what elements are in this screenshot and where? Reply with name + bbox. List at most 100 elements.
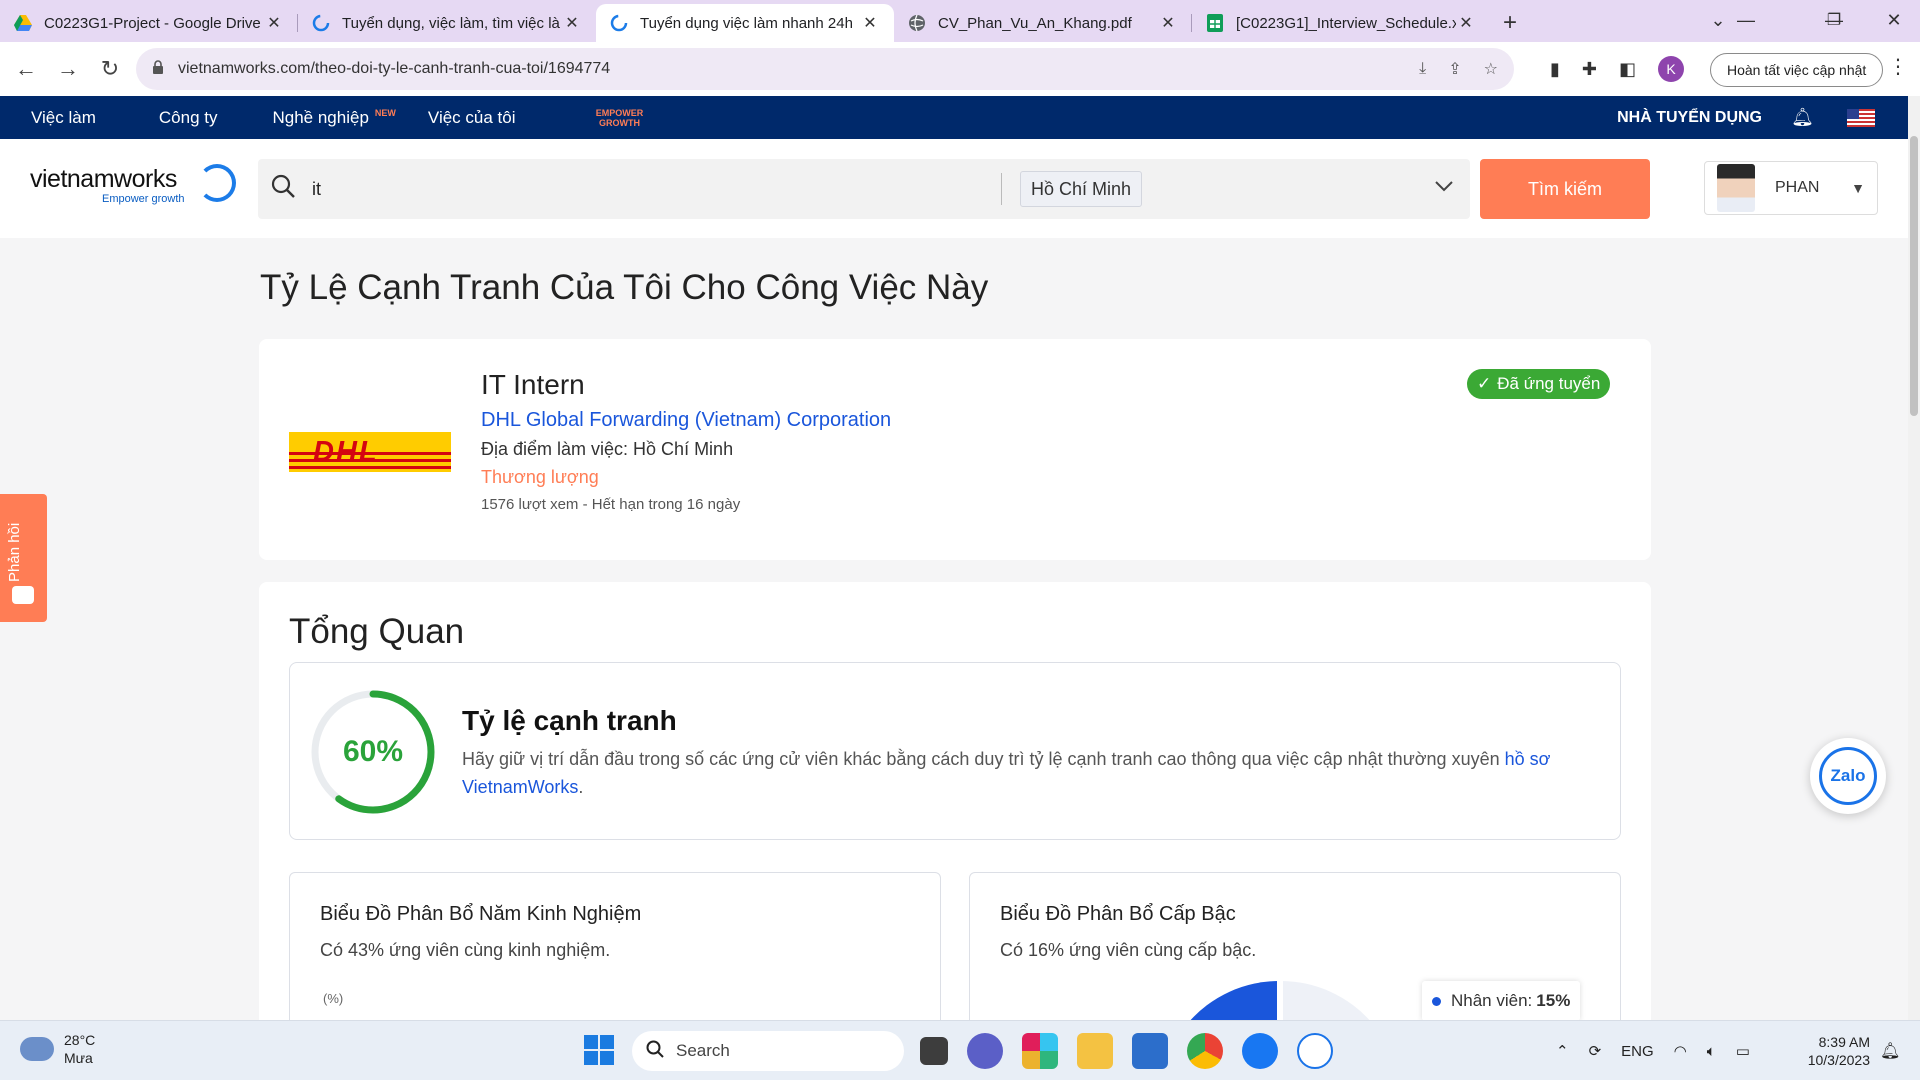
volume-icon[interactable]: 🔈︎ bbox=[1707, 1043, 1716, 1060]
vietnamworks-logo[interactable]: vietnamworks Empower growth bbox=[30, 164, 236, 205]
sync-icon[interactable]: ⟳ bbox=[1589, 1042, 1602, 1060]
competition-desc-text: Hãy giữ vị trí dẫn đầu trong số các ứng … bbox=[462, 749, 1505, 769]
scrollbar-thumb[interactable] bbox=[1910, 136, 1918, 416]
extension-wallet-icon[interactable]: ▮ bbox=[1550, 59, 1560, 80]
legend-value: 15% bbox=[1536, 991, 1571, 1010]
search-icon bbox=[270, 173, 296, 206]
chevron-up-icon[interactable]: ⌃ bbox=[1556, 1042, 1569, 1060]
feedback-label: Phản hồi bbox=[6, 522, 23, 582]
windows-taskbar: 28°C Mưa Search ⌃ ⟳ ENG ◠ 🔈︎ ▭ 8:39 AM 1… bbox=[0, 1020, 1920, 1080]
competition-ring: 60% bbox=[308, 687, 438, 817]
browser-tab[interactable]: Tuyển dụng, việc làm, tìm việc là ✕ bbox=[298, 4, 596, 42]
chevron-down-icon[interactable] bbox=[1434, 175, 1454, 198]
windows-start-icon[interactable] bbox=[584, 1035, 614, 1065]
forward-icon[interactable]: → bbox=[48, 49, 88, 89]
experience-chart-unit: (%) bbox=[323, 991, 344, 1006]
extensions-puzzle-icon[interactable]: ✚ bbox=[1582, 59, 1597, 80]
company-link[interactable]: DHL Global Forwarding (Vietnam) Corporat… bbox=[481, 409, 891, 432]
side-panel-icon[interactable]: ◧ bbox=[1619, 59, 1636, 80]
language-indicator[interactable]: ENG bbox=[1621, 1043, 1654, 1060]
battery-icon[interactable]: ▭ bbox=[1736, 1042, 1750, 1060]
search-icon bbox=[646, 1040, 664, 1063]
applied-badge: ✓ Đã ứng tuyển bbox=[1467, 369, 1611, 399]
search-input[interactable]: it bbox=[312, 179, 321, 200]
logo-tagline: Empower growth bbox=[102, 193, 185, 205]
page-scrollbar[interactable] bbox=[1908, 96, 1920, 1020]
microsoft-store-icon[interactable] bbox=[1132, 1033, 1168, 1069]
vietnamworks-icon bbox=[610, 14, 628, 32]
close-window-button[interactable]: ✕ bbox=[1868, 0, 1920, 40]
profile-avatar[interactable]: K bbox=[1658, 56, 1685, 82]
browser-tab[interactable]: C0223G1-Project - Google Drive ✕ bbox=[0, 4, 298, 42]
facebook-icon[interactable] bbox=[1242, 1033, 1278, 1069]
minimize-button-2[interactable]: — bbox=[1720, 0, 1772, 40]
location-chip[interactable]: Hồ Chí Minh bbox=[1020, 171, 1143, 207]
chrome-icon[interactable] bbox=[1187, 1033, 1223, 1069]
feedback-tab[interactable]: Phản hồi bbox=[0, 494, 47, 622]
us-flag-icon[interactable] bbox=[1847, 108, 1875, 127]
logo-brand: vietnamworks bbox=[30, 165, 177, 193]
nav-nghe-nghiep-label: Nghề nghiệp bbox=[272, 107, 369, 127]
close-tab-icon[interactable]: ✕ bbox=[562, 13, 582, 33]
page-title: Tỷ Lệ Cạnh Tranh Của Tôi Cho Công Việc N… bbox=[260, 268, 989, 307]
nav-viec-cua-toi[interactable]: Việc của tôi bbox=[428, 108, 516, 128]
url-text: vietnamworks.com/theo-doi-ty-le-canh-tra… bbox=[178, 60, 611, 77]
pie-tooltip: Nhân viên: 15% bbox=[1422, 981, 1581, 1021]
close-tab-icon[interactable]: ✕ bbox=[264, 13, 284, 33]
maximize-button[interactable]: ❐ bbox=[1808, 0, 1860, 40]
user-menu[interactable]: PHAN ▼ bbox=[1704, 161, 1878, 215]
dhl-logo-text: DHL bbox=[313, 436, 379, 468]
user-name: PHAN bbox=[1775, 179, 1820, 196]
back-icon[interactable]: ← bbox=[6, 49, 46, 89]
new-tab-button[interactable]: + bbox=[1490, 4, 1530, 42]
update-button[interactable]: Hoàn tất việc cập nhật bbox=[1710, 53, 1884, 87]
browser-tab[interactable]: CV_Phan_Vu_An_Khang.pdf ✕ bbox=[894, 4, 1192, 42]
wifi-icon[interactable]: ◠ bbox=[1674, 1042, 1687, 1060]
level-chart-subtitle: Có 16% ứng viên cùng cấp bậc. bbox=[1000, 940, 1257, 960]
browser-tab-active[interactable]: Tuyển dụng việc làm nhanh 24h ✕ bbox=[596, 4, 894, 42]
close-tab-icon[interactable]: ✕ bbox=[860, 13, 880, 33]
address-bar-row: ← → ↻ vietnamworks.com/theo-doi-ty-le-ca… bbox=[0, 42, 1920, 96]
legend-dot bbox=[1432, 996, 1441, 1006]
vietnamworks-icon bbox=[312, 14, 330, 32]
bookmark-star-icon[interactable]: ☆ bbox=[1484, 59, 1498, 79]
weather-temp: 28°C bbox=[64, 1032, 96, 1048]
taskbar-search[interactable]: Search bbox=[632, 1031, 904, 1071]
zalo-chat-button[interactable]: Zalo bbox=[1810, 738, 1886, 814]
globe-icon bbox=[908, 14, 926, 32]
reload-icon[interactable]: ↻ bbox=[90, 49, 130, 89]
legend-label: Nhân viên: bbox=[1451, 991, 1533, 1010]
competition-desc-end: . bbox=[578, 777, 584, 797]
bell-icon[interactable]: 🔔︎ bbox=[1791, 107, 1814, 128]
share-icon[interactable]: ⇪ bbox=[1448, 59, 1461, 79]
taskbar-clock[interactable]: 8:39 AM 10/3/2023 bbox=[1790, 1033, 1870, 1069]
install-app-icon[interactable]: ⤓ bbox=[1419, 60, 1426, 78]
notification-bell-icon[interactable]: 🔔︎ bbox=[1880, 1041, 1900, 1061]
employer-link[interactable]: NHÀ TUYỂN DỤNG bbox=[1617, 109, 1762, 127]
avatar bbox=[1717, 164, 1755, 212]
nav-cong-ty[interactable]: Công ty bbox=[159, 108, 218, 128]
file-explorer-icon[interactable] bbox=[1077, 1033, 1113, 1069]
dhl-logo[interactable]: DHL bbox=[289, 432, 451, 472]
browser-tab[interactable]: [C0223G1]_Interview_Schedule.x ✕ bbox=[1192, 4, 1490, 42]
empower-growth-logo[interactable]: EMPOWER GROWTH bbox=[581, 102, 657, 134]
nav-nghe-nghiep[interactable]: Nghề nghiệp NEW bbox=[272, 108, 395, 128]
search-button[interactable]: Tìm kiếm bbox=[1480, 159, 1650, 219]
close-tab-icon[interactable]: ✕ bbox=[1456, 13, 1476, 33]
job-title[interactable]: IT Intern bbox=[481, 369, 585, 401]
more-menu-icon[interactable]: ⋮ bbox=[1888, 54, 1908, 79]
slack-icon[interactable] bbox=[1022, 1033, 1058, 1069]
competition-desc: Hãy giữ vị trí dẫn đầu trong số các ứng … bbox=[462, 745, 1582, 801]
job-location: Địa điểm làm việc: Hồ Chí Minh bbox=[481, 439, 734, 459]
weather-widget[interactable]: 28°C Mưa bbox=[20, 1031, 95, 1067]
teams-chat-icon[interactable] bbox=[967, 1033, 1003, 1069]
zalo-app-icon[interactable] bbox=[1297, 1033, 1333, 1069]
job-salary: Thương lượng bbox=[481, 467, 599, 487]
clock-time: 8:39 AM bbox=[1818, 1034, 1870, 1050]
rain-cloud-icon bbox=[20, 1037, 54, 1061]
nav-viec-lam[interactable]: Việc làm bbox=[31, 108, 96, 128]
task-view-icon[interactable] bbox=[920, 1037, 948, 1065]
close-tab-icon[interactable]: ✕ bbox=[1158, 13, 1178, 33]
omnibox[interactable]: vietnamworks.com/theo-doi-ty-le-canh-tra… bbox=[136, 48, 1514, 90]
job-meta: 1576 lượt xem - Hết hạn trong 16 ngày bbox=[481, 496, 741, 513]
